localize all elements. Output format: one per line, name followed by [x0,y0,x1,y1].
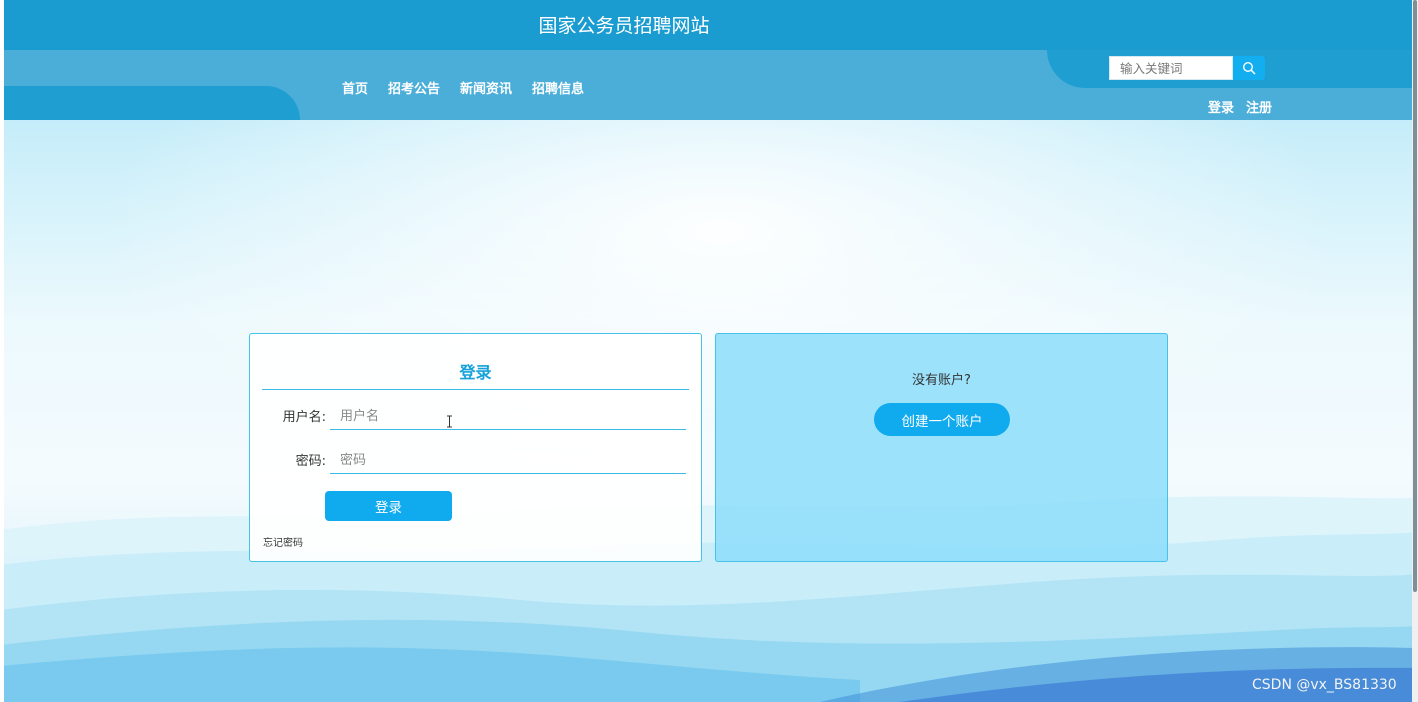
search-button[interactable] [1233,56,1265,80]
login-button[interactable]: 登录 [325,491,452,521]
nav-item-news[interactable]: 新闻资讯 [460,78,512,97]
text-cursor-icon [447,415,452,428]
scrollbar[interactable] [1412,0,1418,702]
forgot-password-link[interactable]: 忘记密码 [263,534,303,549]
password-input[interactable] [330,448,686,474]
title-divider [262,389,689,390]
left-edge [0,0,4,702]
header-login-link[interactable]: 登录 [1208,97,1234,116]
site-title: 国家公务员招聘网站 [538,15,710,37]
scrollbar-thumb[interactable] [1413,0,1417,592]
register-card: 没有账户? 创建一个账户 [715,333,1168,562]
login-title: 登录 [459,363,492,382]
header-register-link[interactable]: 注册 [1246,97,1272,116]
nav-decoration-left [4,86,300,120]
password-label: 密码: [295,454,326,469]
username-input[interactable] [330,404,686,430]
no-account-prompt: 没有账户? [912,373,971,388]
nav-item-home[interactable]: 首页 [342,78,368,97]
nav-item-recruitment[interactable]: 招聘信息 [532,78,584,97]
username-label: 用户名: [282,410,326,425]
top-header-bar: 国家公务员招聘网站 [4,0,1412,50]
search-input[interactable] [1109,56,1233,80]
auth-links: 登录 注册 [1208,97,1272,116]
navigation-bar: 首页 招考公告 新闻资讯 招聘信息 登录 注册 [4,50,1412,120]
create-account-button[interactable]: 创建一个账户 [874,403,1010,436]
background-waves [0,496,1418,702]
login-card: 登录 用户名: 密码: 登录 忘记密码 [249,333,702,562]
watermark: CSDN @vx_BS81330 [1252,677,1397,693]
page: 国家公务员招聘网站 首页 招考公告 新闻资讯 招聘信息 登录 注册 登录 [0,0,1418,702]
search-icon [1242,61,1256,75]
search-box [1109,56,1265,80]
nav-item-announcements[interactable]: 招考公告 [388,78,440,97]
main-nav: 首页 招考公告 新闻资讯 招聘信息 [342,78,584,97]
